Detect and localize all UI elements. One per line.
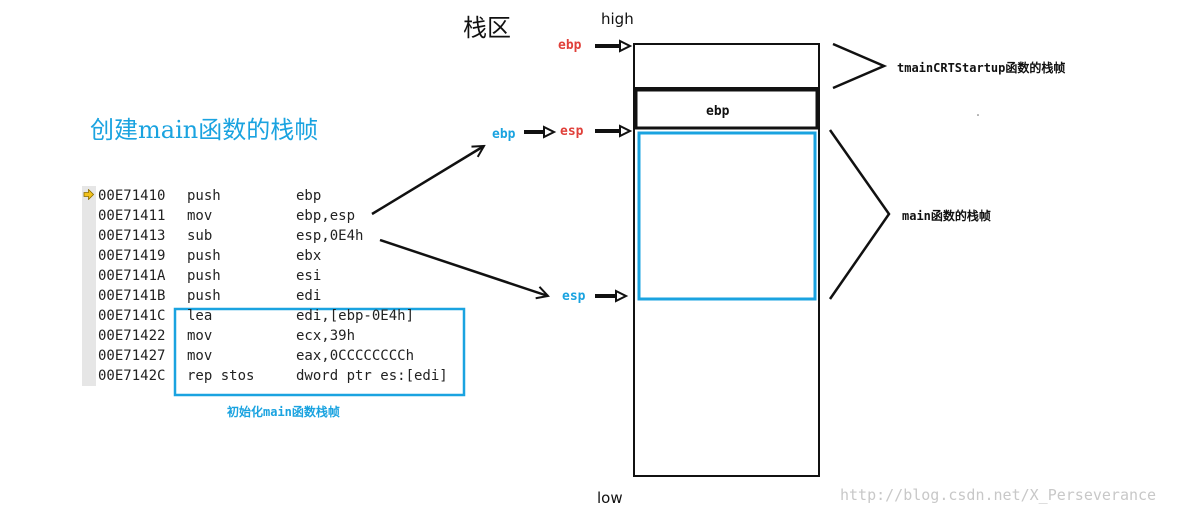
ebp-to-esp-arrow [524, 125, 557, 139]
code-line[interactable]: 00E71419 push ebx [82, 246, 462, 266]
esp-low-label: esp [562, 289, 586, 304]
stray-dot [977, 114, 979, 116]
high-label: high [601, 10, 634, 28]
main-frame-title: 创建main函数的栈帧 [90, 116, 319, 144]
ebp-mid-label: ebp [492, 127, 516, 142]
instruction-operands: ebp [296, 188, 322, 204]
instruction-address: 00E71411 [98, 208, 166, 224]
instruction-opcode: push [187, 188, 221, 204]
code-line[interactable]: 00E71411 mov ebp,esp [82, 206, 462, 226]
code-line[interactable]: 00E71413 sub esp,0E4h [82, 226, 462, 246]
main-frame-label: main函数的栈帧 [902, 209, 991, 223]
code-line[interactable]: 00E71410 push ebp [82, 186, 462, 206]
instruction-address: 00E71413 [98, 228, 166, 244]
instruction-opcode: mov [187, 348, 213, 364]
instruction-address: 00E7142C [98, 368, 166, 384]
watermark: http://blog.csdn.net/X_Perseverance [840, 486, 1157, 504]
instruction-operands: edi,[ebp-0E4h] [296, 308, 415, 324]
instruction-opcode: push [187, 248, 221, 264]
code-line[interactable]: 00E71427 mov eax,0CCCCCCCCh [82, 346, 462, 366]
instruction-operands: ebp,esp [296, 208, 356, 224]
instruction-address: 00E7141B [98, 288, 166, 304]
instruction-operands: ebx [296, 248, 322, 264]
instruction-address: 00E71410 [98, 188, 166, 204]
code-line[interactable]: 00E7141C lea edi,[ebp-0E4h] [82, 306, 462, 326]
code-line[interactable]: 00E7141A push esi [82, 266, 462, 286]
instruction-operands: esp,0E4h [296, 228, 364, 244]
instruction-address: 00E71419 [98, 248, 166, 264]
code-line[interactable]: 00E7141B push edi [82, 286, 462, 306]
instruction-opcode: mov [187, 208, 213, 224]
tmain-chevron [832, 42, 888, 90]
instruction-operands: esi [296, 268, 322, 284]
esp-low-arrow [595, 289, 629, 303]
main-frame-region [637, 131, 817, 301]
instruction-address: 00E71427 [98, 348, 166, 364]
esp-mid-label: esp [560, 124, 584, 139]
esp-mid-arrow [595, 124, 633, 138]
disassembly-listing: 00E71410 push ebp 00E71411 mov ebp,esp 00E7141… [82, 186, 462, 386]
saved-ebp-label: ebp [706, 104, 730, 119]
instruction-opcode: mov [187, 328, 213, 344]
instruction-opcode: sub [187, 228, 213, 244]
instruction-opcode: rep stos [187, 368, 255, 384]
instruction-opcode: lea [187, 308, 213, 324]
main-chevron [828, 129, 891, 300]
instruction-operands: edi [296, 288, 322, 304]
ebp-top-label: ebp [558, 38, 582, 53]
ebp-top-arrow [595, 39, 633, 53]
instruction-address: 00E7141A [98, 268, 166, 284]
low-label: low [597, 489, 623, 507]
instruction-opcode: push [187, 268, 221, 284]
tmain-frame-label: tmainCRTStartup函数的栈帧 [897, 61, 1066, 75]
code-line[interactable]: 00E71422 mov ecx,39h [82, 326, 462, 346]
page-title: 栈区 [463, 14, 511, 42]
instruction-operands: ecx,39h [296, 328, 356, 344]
instruction-address: 00E7141C [98, 308, 166, 324]
instruction-address: 00E71422 [98, 328, 166, 344]
instruction-operands: dword ptr es:[edi] [296, 368, 448, 384]
instruction-opcode: push [187, 288, 221, 304]
init-frame-label: 初始化main函数栈帧 [227, 405, 340, 419]
instruction-operands: eax,0CCCCCCCCh [296, 348, 415, 364]
code-line[interactable]: 00E7142C rep stos dword ptr es:[edi] [82, 366, 462, 386]
